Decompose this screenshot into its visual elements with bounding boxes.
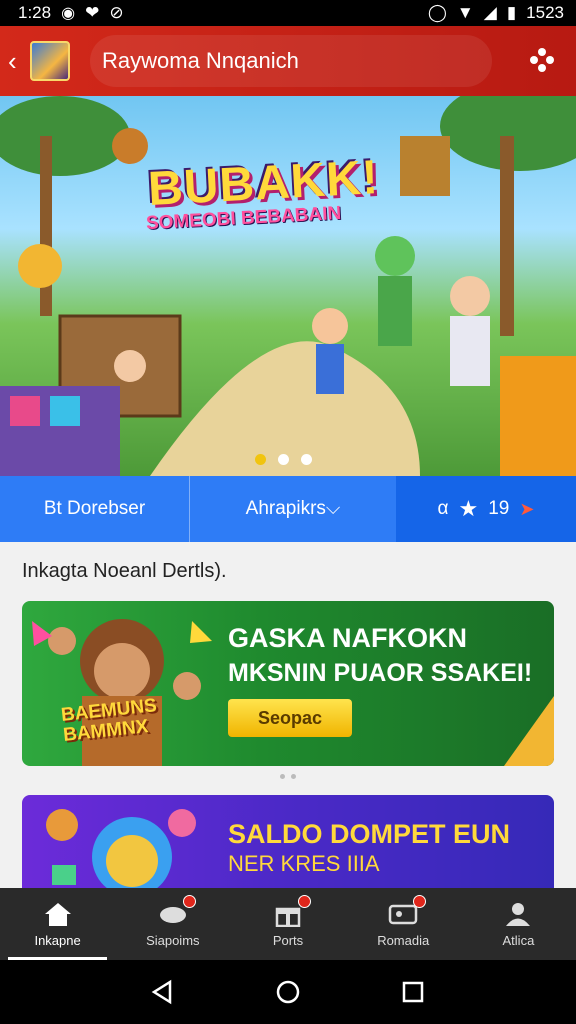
nav-label: Inkapne [34,932,81,948]
tab-rating-count: 19 [488,498,510,519]
carousel-dot[interactable] [255,454,266,465]
nav-item-third[interactable]: Ports [230,888,345,960]
nav-item-profile[interactable]: Atlica [461,888,576,960]
nav-label: Romadia [377,932,430,948]
cloud-icon [158,894,196,927]
notification-badge [413,894,427,908]
carousel-dot[interactable] [301,454,312,465]
battery-icon: ▮ [506,3,517,22]
notification-badge [298,894,311,908]
banner-cta-button[interactable]: Seopac [228,699,352,737]
section-heading: Inkagta Noeanl Dertls). [22,560,227,582]
promo-banner-primary[interactable]: BAEMUNS BAMMNX GASKA NAFKOKN MKSNIN PUAO… [22,601,554,766]
signal-icon: ◢ [483,3,497,22]
banner-character-art [32,619,212,766]
hero-artwork [0,96,576,476]
alarm-icon: ◯ [427,3,447,22]
banner-primary-title: GASKA NAFKOKN [228,623,467,653]
banner-pager-dots [280,774,296,779]
blocked-icon: ⊘ [109,3,124,22]
apps-menu-icon[interactable] [530,48,554,72]
wifi-icon: ▼ [456,3,474,22]
back-arrow-icon[interactable]: ‹ [8,46,28,77]
tab-first-label: Bt Dorebser [43,498,146,519]
hero-carousel[interactable]: BUBAKK! SOMEOBI BEBABAIN [0,96,576,476]
star-icon: ★ [458,496,479,521]
status-bar: 1:28 ◉ ❤ ⊘ ◯ ▼ ◢ ▮ 1523 [0,0,576,26]
notification-badge [182,894,196,908]
nav-label: Ports [272,932,304,948]
banner-primary-subtitle: MKSNIN PUAOR SSAKEI! [228,659,533,687]
carousel-dots[interactable] [255,454,312,465]
card-icon [388,894,427,927]
tab-rating-prefix: α [437,498,449,519]
bottom-nav: Inkapne Siapoims Ports Romadia Atlica [0,888,576,960]
nav-label: Siapoims [146,932,200,948]
nav-label: Atlica [502,932,535,948]
tab-second-label: Ahrapikrs⌵ [245,498,341,519]
nav-item-home[interactable]: Inkapne [0,888,115,960]
nav-item-fourth[interactable]: Romadia [346,888,461,960]
carousel-dot[interactable] [278,454,289,465]
tabs-bar: Bt Dorebser Ahrapikrs⌵ α ★ 19 ➤ [0,476,576,542]
app-bar: ‹ Raywoma Nnqanich [0,26,576,96]
back-triangle-icon[interactable] [150,979,176,1005]
banner-secondary-subtitle: NER KRES IIIA [228,851,380,876]
tab-second[interactable]: Ahrapikrs⌵ [190,476,396,542]
app-title-pill[interactable]: Raywoma Nnqanich [90,35,492,87]
nav-item-second[interactable]: Siapoims [115,888,230,960]
banner-secondary-art [46,809,196,890]
banner-secondary-title: SALDO DOMPET EUN [228,819,511,849]
tab-first[interactable]: Bt Dorebser [0,476,190,542]
home-circle-icon[interactable] [275,979,301,1005]
battery-level: 1523 [526,3,564,22]
notification-icon: ◉ [61,5,76,22]
flag-icon: ➤ [519,498,535,519]
app-thumbnail[interactable] [30,41,70,81]
profile-icon [506,902,531,926]
system-navigation [0,960,576,1024]
banner-decoration [504,696,554,766]
gift-icon [273,894,311,927]
recents-square-icon[interactable] [400,979,426,1005]
app-title: Raywoma Nnqanich [102,48,299,73]
status-time: 1:28 [18,3,52,22]
promo-banner-secondary[interactable]: SALDO DOMPET EUN NER KRES IIIA [22,795,554,890]
tab-rating[interactable]: α ★ 19 ➤ [396,476,576,542]
home-icon [44,902,71,926]
location-icon: ❤ [85,3,100,22]
